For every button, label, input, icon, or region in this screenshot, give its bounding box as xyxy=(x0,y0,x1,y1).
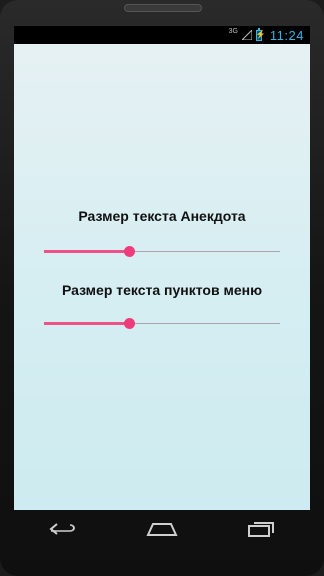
slider-fill xyxy=(44,250,129,253)
joke-text-size-label: Размер текста Анекдота xyxy=(78,208,246,224)
slider-fill xyxy=(44,322,129,325)
status-bar: 3G 11:24 xyxy=(14,26,310,44)
menu-text-size-slider[interactable] xyxy=(44,317,280,331)
network-type-label: 3G xyxy=(228,27,238,35)
home-icon xyxy=(146,523,178,536)
speaker-grille xyxy=(124,4,202,12)
recents-icon xyxy=(247,522,274,537)
signal-icon xyxy=(241,30,252,40)
status-clock: 11:24 xyxy=(269,27,304,43)
joke-text-size-slider[interactable] xyxy=(44,245,280,259)
slider-thumb[interactable] xyxy=(124,246,135,257)
battery-icon xyxy=(255,27,266,41)
slider-thumb[interactable] xyxy=(124,318,135,329)
app-screen: Размер текста Анекдота Размер текста пун… xyxy=(14,44,310,510)
recents-button[interactable] xyxy=(241,514,281,544)
back-button[interactable] xyxy=(43,514,83,544)
back-icon xyxy=(49,523,76,535)
navigation-bar xyxy=(14,510,310,548)
menu-text-size-label: Размер текста пунктов меню xyxy=(61,282,263,298)
device-frame: 3G 11:24 Размер текста Анекдота Размер т… xyxy=(0,0,324,576)
home-button[interactable] xyxy=(142,514,182,544)
